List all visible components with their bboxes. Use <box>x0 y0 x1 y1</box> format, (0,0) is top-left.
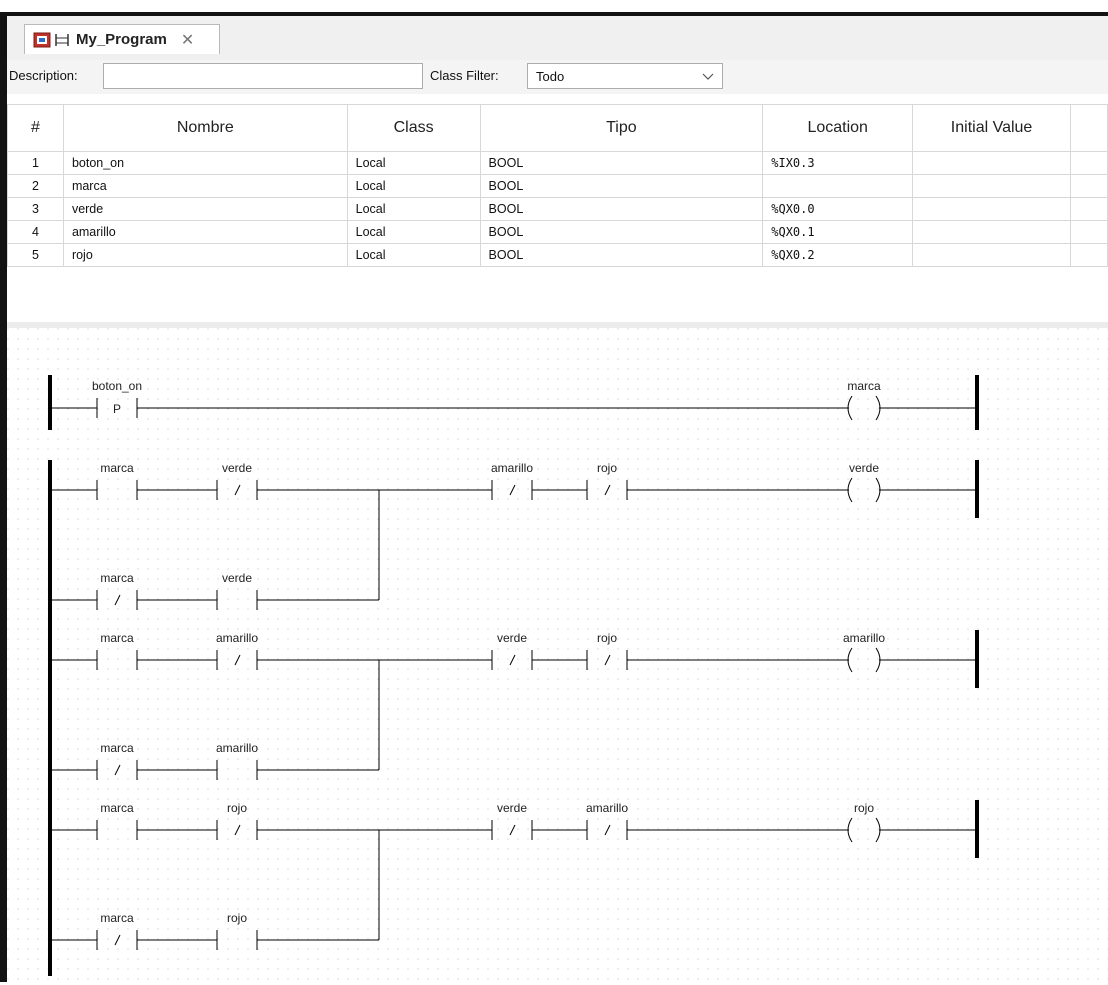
class-filter-label: Class Filter: <box>430 68 499 83</box>
right-power-rail <box>975 800 979 858</box>
contact-label: marca <box>100 741 134 755</box>
cell-class[interactable]: Local <box>346 220 481 244</box>
right-power-rail <box>975 375 979 430</box>
contact-label: marca <box>100 801 134 815</box>
cell-number[interactable]: 2 <box>7 174 64 198</box>
contact-label: marca <box>100 571 134 585</box>
contact-label: rojo <box>227 801 247 815</box>
coil-label: marca <box>847 379 881 393</box>
cell-tipo[interactable]: BOOL <box>479 197 764 221</box>
cell-tipo[interactable]: BOOL <box>479 151 764 175</box>
cell-location[interactable]: %QX0.1 <box>762 220 914 244</box>
contact-label: marca <box>100 911 134 925</box>
table-row[interactable]: 2 marca Local BOOL <box>7 174 1108 198</box>
cell-tipo[interactable]: BOOL <box>479 243 764 267</box>
program-icon <box>33 32 51 48</box>
cell-class[interactable]: Local <box>346 151 481 175</box>
cell-nombre[interactable]: rojo <box>62 243 348 267</box>
cell-extra <box>1069 174 1108 198</box>
tab-title: My_Program <box>76 31 167 48</box>
cell-initial-value[interactable] <box>912 243 1071 267</box>
contact-label: amarillo <box>586 801 628 815</box>
contact-label: verde <box>222 461 252 475</box>
class-filter-select[interactable]: Todo <box>527 63 723 89</box>
description-label: Description: <box>9 68 78 83</box>
close-icon[interactable]: ✕ <box>181 30 194 50</box>
contact-label: rojo <box>597 631 617 645</box>
cell-initial-value[interactable] <box>912 151 1071 175</box>
cell-number[interactable]: 3 <box>7 197 64 221</box>
cell-tipo[interactable]: BOOL <box>479 220 764 244</box>
cell-initial-value[interactable] <box>912 197 1071 221</box>
cell-class[interactable]: Local <box>346 197 481 221</box>
chevron-down-icon <box>702 69 714 84</box>
ladder-icon <box>54 33 70 47</box>
cell-nombre[interactable]: boton_on <box>62 151 348 175</box>
cell-number[interactable]: 5 <box>7 243 64 267</box>
contact-label: verde <box>497 801 527 815</box>
coil-label: amarillo <box>843 631 885 645</box>
cell-location[interactable]: %IX0.3 <box>762 151 914 175</box>
class-filter-value: Todo <box>536 68 565 84</box>
cell-nombre[interactable]: verde <box>62 197 348 221</box>
description-input[interactable] <box>103 63 423 89</box>
cell-extra <box>1069 197 1108 221</box>
cell-nombre[interactable]: marca <box>62 174 348 198</box>
cell-number[interactable]: 1 <box>7 151 64 175</box>
contact-label: verde <box>497 631 527 645</box>
column-header-location[interactable]: Location <box>762 104 914 152</box>
cell-extra <box>1069 243 1108 267</box>
cell-location[interactable]: %QX0.2 <box>762 243 914 267</box>
contact-label: verde <box>222 571 252 585</box>
contact-label: boton_on <box>92 379 142 393</box>
cell-class[interactable]: Local <box>346 174 481 198</box>
column-header-class[interactable]: Class <box>346 104 481 152</box>
coil-label: verde <box>849 461 879 475</box>
ladder-diagram[interactable]: Pboton_on marca marca verde amarillo rojo verd… <box>7 328 1108 982</box>
cell-nombre[interactable]: amarillo <box>62 220 348 244</box>
table-header-row: # Nombre Class Tipo Location Initial Val… <box>7 104 1108 152</box>
table-row[interactable]: 3 verde Local BOOL %QX0.0 <box>7 197 1108 221</box>
cell-extra <box>1069 151 1108 175</box>
window-frame-left <box>0 14 7 982</box>
cell-number[interactable]: 4 <box>7 220 64 244</box>
cell-location[interactable] <box>762 174 914 198</box>
variables-table: # Nombre Class Tipo Location Initial Val… <box>7 104 1108 267</box>
table-row[interactable]: 1 boton_on Local BOOL %IX0.3 <box>7 151 1108 175</box>
table-row[interactable]: 5 rojo Local BOOL %QX0.2 <box>7 243 1108 267</box>
column-header-initial-value[interactable]: Initial Value <box>912 104 1071 152</box>
contact-label: rojo <box>597 461 617 475</box>
column-header-number[interactable]: # <box>7 104 64 152</box>
cell-initial-value[interactable] <box>912 220 1071 244</box>
column-header-extra <box>1069 104 1108 152</box>
cell-extra <box>1069 220 1108 244</box>
left-power-rail <box>48 375 52 430</box>
contact-mode-letter: P <box>113 402 121 416</box>
right-power-rail <box>975 460 979 518</box>
cell-tipo[interactable]: BOOL <box>479 174 764 198</box>
contact-label: marca <box>100 631 134 645</box>
column-header-nombre[interactable]: Nombre <box>62 104 348 152</box>
coil-label: rojo <box>854 801 874 815</box>
contact-label: amarillo <box>216 631 258 645</box>
table-row[interactable]: 4 amarillo Local BOOL %QX0.1 <box>7 220 1108 244</box>
contact-label: rojo <box>227 911 247 925</box>
contact-label: amarillo <box>216 741 258 755</box>
cell-location[interactable]: %QX0.0 <box>762 197 914 221</box>
cell-initial-value[interactable] <box>912 174 1071 198</box>
cell-class[interactable]: Local <box>346 243 481 267</box>
tab-my-program[interactable]: My_Program ✕ <box>24 24 220 54</box>
right-power-rail <box>975 630 979 688</box>
column-header-tipo[interactable]: Tipo <box>479 104 764 152</box>
contact-label: marca <box>100 461 134 475</box>
contact-label: amarillo <box>491 461 533 475</box>
left-power-rail <box>48 460 52 976</box>
